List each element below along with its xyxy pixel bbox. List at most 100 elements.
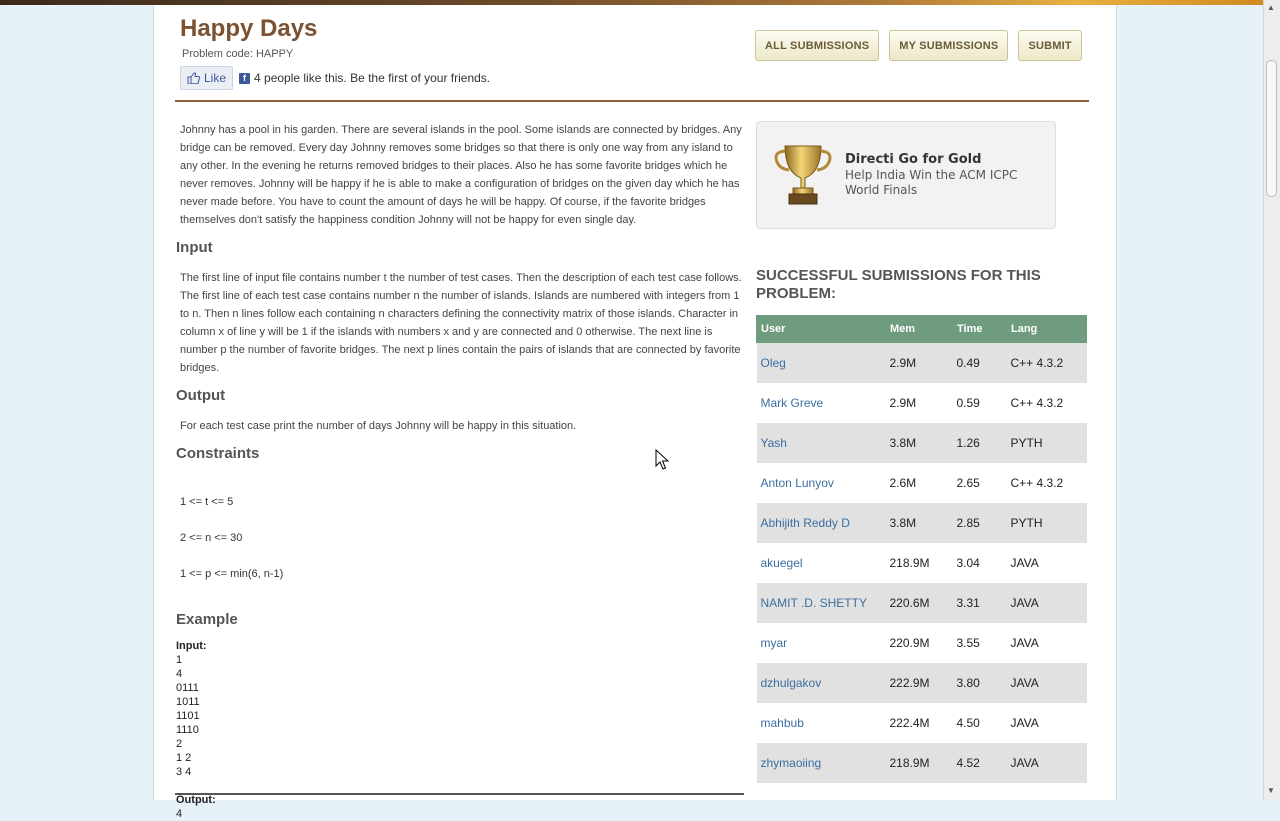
- example-output-label: Output:: [176, 794, 216, 806]
- page-content: Happy Days Problem code: HAPPY Like f 4 …: [153, 5, 1117, 820]
- input-heading: Input: [176, 239, 213, 256]
- submission-lang: JAVA: [1006, 542, 1087, 583]
- output-heading: Output: [176, 387, 226, 404]
- like-label: Like: [204, 71, 227, 85]
- example-input-line: 0111: [176, 682, 199, 694]
- output-description: For each test case print the number of d…: [180, 420, 577, 432]
- submission-time: 2.65: [952, 462, 1007, 503]
- problem-code: Problem code: HAPPY: [182, 48, 294, 60]
- column-header-mem[interactable]: Mem: [885, 315, 953, 343]
- vertical-scrollbar[interactable]: ▲ ▼: [1263, 0, 1280, 800]
- submission-user-link[interactable]: NAMIT .D. SHETTY: [756, 582, 886, 623]
- trophy-icon: [774, 145, 832, 205]
- submit-button[interactable]: SUBMIT: [1018, 30, 1082, 61]
- submission-time: 3.31: [952, 582, 1007, 623]
- constraint-item: 1 <= p <= min(6, n-1): [180, 568, 284, 580]
- example-input-line: 2: [176, 738, 183, 750]
- column-header-time[interactable]: Time: [952, 315, 1007, 343]
- problem-statement: Johnny has a pool in his garden. There a…: [176, 121, 746, 821]
- example-output-line: 4: [176, 808, 183, 820]
- thumbs-up-icon: [187, 72, 200, 84]
- promo-title: Directi Go for Gold: [845, 152, 982, 167]
- submission-user-link[interactable]: myar: [756, 622, 886, 663]
- submission-user-link[interactable]: Mark Greve: [756, 382, 886, 423]
- like-count-text: 4 people like this. Be the first of your…: [254, 71, 491, 85]
- submission-time: 4.52: [952, 742, 1007, 783]
- table-row: Mark Greve 2.9M 0.59 C++ 4.3.2: [756, 382, 1087, 423]
- submission-time: 3.55: [952, 622, 1007, 663]
- submission-user-link[interactable]: Anton Lunyov: [756, 462, 886, 503]
- statement-intro: Johnny has a pool in his garden. There a…: [180, 124, 742, 226]
- example-input-line: 3 4: [176, 766, 192, 778]
- facebook-like-box: Like f 4 people like this. Be the first …: [180, 66, 491, 90]
- submissions-table: User Mem Time Lang Oleg 2.9M 0.49 C++ 4.…: [756, 315, 1087, 783]
- table-row: dzhulgakov 222.9M 3.80 JAVA: [756, 662, 1087, 703]
- scroll-down-arrow-icon[interactable]: ▼: [1267, 786, 1275, 795]
- constraint-item: 1 <= t <= 5: [180, 496, 234, 508]
- table-row: zhymaoiing 218.9M 4.52 JAVA: [756, 742, 1087, 783]
- my-submissions-button[interactable]: MY SUBMISSIONS: [889, 30, 1009, 61]
- table-row: NAMIT .D. SHETTY 220.6M 3.31 JAVA: [756, 582, 1087, 623]
- promo-banner[interactable]: Directi Go for Gold Help India Win the A…: [756, 121, 1056, 229]
- submission-mem: 220.9M: [885, 622, 953, 663]
- promo-subtitle: Help India Win the ACM ICPC World Finals: [845, 168, 1018, 197]
- submission-mem: 222.9M: [885, 662, 953, 703]
- submission-mem: 220.6M: [885, 582, 953, 623]
- submission-lang: C++ 4.3.2: [1006, 342, 1087, 383]
- table-row: Abhijith Reddy D 3.8M 2.85 PYTH: [756, 502, 1087, 543]
- scroll-up-arrow-icon[interactable]: ▲: [1267, 3, 1275, 12]
- submission-mem: 2.9M: [885, 382, 953, 423]
- example-input-label: Input:: [176, 640, 207, 652]
- submission-mem: 218.9M: [885, 742, 953, 783]
- table-row: Oleg 2.9M 0.49 C++ 4.3.2: [756, 342, 1087, 383]
- example-input-line: 1 2: [176, 752, 192, 764]
- submission-lang: C++ 4.3.2: [1006, 462, 1087, 503]
- all-submissions-button[interactable]: ALL SUBMISSIONS: [755, 30, 880, 61]
- table-row: akuegel 218.9M 3.04 JAVA: [756, 542, 1087, 583]
- submissions-heading: SUCCESSFUL SUBMISSIONS FOR THIS PROBLEM:: [756, 267, 1041, 302]
- submission-time: 0.49: [952, 342, 1007, 383]
- facebook-icon: f: [239, 72, 251, 84]
- submission-time: 3.04: [952, 542, 1007, 583]
- submission-lang: JAVA: [1006, 622, 1087, 663]
- column-header-user[interactable]: User: [756, 315, 886, 343]
- submission-buttons: ALL SUBMISSIONS MY SUBMISSIONS SUBMIT: [755, 30, 1092, 61]
- statement-bottom-divider: [175, 793, 744, 795]
- example-input-line: 1: [176, 654, 183, 666]
- example-input-line: 1011: [176, 696, 200, 708]
- input-description: The first line of input file contains nu…: [180, 272, 742, 374]
- submission-mem: 222.4M: [885, 702, 953, 743]
- submission-user-link[interactable]: Oleg: [756, 342, 886, 383]
- header-divider: [175, 100, 1089, 102]
- scrollbar-thumb[interactable]: [1266, 60, 1277, 197]
- submission-user-link[interactable]: zhymaoiing: [756, 742, 886, 783]
- submission-time: 0.59: [952, 382, 1007, 423]
- submission-lang: PYTH: [1006, 422, 1087, 463]
- submission-user-link[interactable]: mahbub: [756, 702, 886, 743]
- submission-mem: 2.9M: [885, 342, 953, 383]
- submission-mem: 2.6M: [885, 462, 953, 503]
- submission-mem: 3.8M: [885, 502, 953, 543]
- table-row: Anton Lunyov 2.6M 2.65 C++ 4.3.2: [756, 462, 1087, 503]
- submission-user-link[interactable]: dzhulgakov: [756, 662, 886, 703]
- submissions-body: Oleg 2.9M 0.49 C++ 4.3.2 Mark Greve 2.9M…: [756, 342, 1087, 783]
- submission-time: 4.50: [952, 702, 1007, 743]
- submission-lang: JAVA: [1006, 702, 1087, 743]
- mouse-cursor-icon: [655, 449, 669, 470]
- submission-user-link[interactable]: Yash: [756, 422, 886, 463]
- example-input-line: 4: [176, 668, 183, 680]
- submission-time: 1.26: [952, 422, 1007, 463]
- column-header-lang[interactable]: Lang: [1006, 315, 1087, 343]
- constraint-item: 2 <= n <= 30: [180, 532, 243, 544]
- submission-lang: JAVA: [1006, 662, 1087, 703]
- submission-mem: 218.9M: [885, 542, 953, 583]
- submission-time: 2.85: [952, 502, 1007, 543]
- submission-lang: JAVA: [1006, 582, 1087, 623]
- submission-user-link[interactable]: Abhijith Reddy D: [756, 502, 886, 543]
- table-row: myar 220.9M 3.55 JAVA: [756, 622, 1087, 663]
- constraints-list: 1 <= t <= 5 2 <= n <= 30 1 <= p <= min(6…: [180, 475, 746, 601]
- submission-time: 3.80: [952, 662, 1007, 703]
- like-button[interactable]: Like: [180, 66, 234, 90]
- problem-title: Happy Days: [180, 15, 318, 42]
- submission-user-link[interactable]: akuegel: [756, 542, 886, 583]
